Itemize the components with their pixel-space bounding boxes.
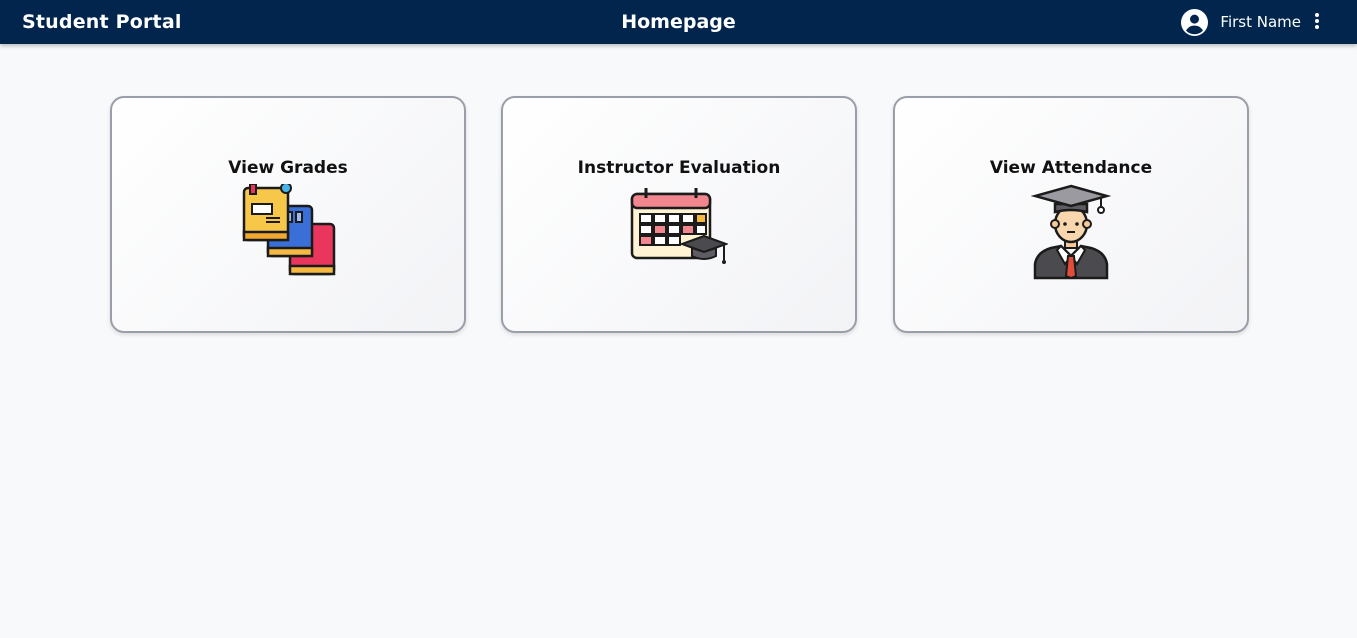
user-name: First Name	[1220, 13, 1301, 31]
app-title[interactable]: Student Portal	[22, 0, 182, 44]
top-navbar: Student Portal Homepage First Name	[0, 0, 1357, 44]
more-options-icon[interactable]	[1313, 13, 1321, 31]
card-label: View Grades	[228, 158, 348, 178]
books-icon	[242, 184, 336, 276]
view-grades-card[interactable]: View Grades	[110, 96, 466, 333]
page-title: Homepage	[621, 11, 736, 33]
calendar-graduation-icon	[630, 188, 728, 264]
card-label: Instructor Evaluation	[577, 158, 781, 178]
user-menu[interactable]: First Name	[1181, 0, 1301, 44]
account-circle-icon	[1181, 8, 1209, 36]
graduate-student-icon	[1031, 184, 1111, 280]
instructor-evaluation-card[interactable]: Instructor Evaluation	[501, 96, 857, 333]
card-label: View Attendance	[989, 158, 1153, 178]
view-attendance-card[interactable]: View Attendance	[893, 96, 1249, 333]
